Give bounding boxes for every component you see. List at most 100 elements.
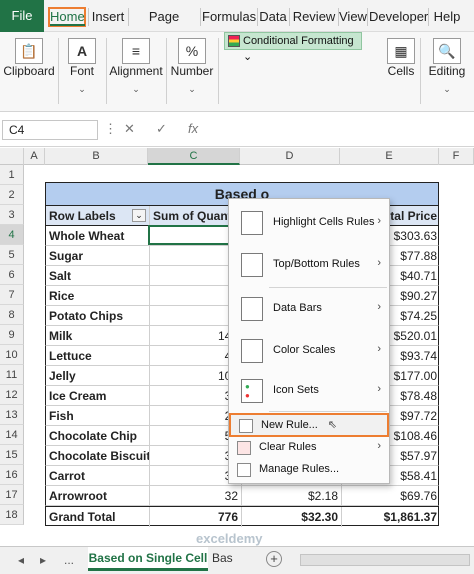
column-header-e[interactable]: E [340,148,439,165]
sheet-tab[interactable]: Bas [212,551,233,565]
row-header[interactable]: 10 [0,345,24,365]
highlight-cells-icon [241,211,263,235]
ribbon: 📋 Clipboard A Font ⌄ ≡ Alignment ⌄ % Num… [0,32,474,112]
row-header[interactable]: 1 [0,165,24,185]
cancel-icon[interactable]: ✕ [124,121,135,137]
row-header[interactable]: 17 [0,485,24,505]
tab-formulas[interactable]: Formulas [202,7,256,27]
column-header-c[interactable]: C [148,148,240,165]
grand-total-price: $32.30 [241,507,341,527]
worksheet-grid[interactable]: A B C D E F 1 2 3 4 5 6 7 8 9 10 11 12 1… [0,148,474,542]
row-label[interactable]: Rice [46,286,149,306]
row-header[interactable]: 11 [0,365,24,385]
menu-item-highlight-cells-rules[interactable]: Highlight Cells Rules › [229,203,389,243]
menu-item-top-bottom-rules[interactable]: Top/Bottom Rules › [229,245,389,285]
quantity-cell[interactable]: 32 [149,486,241,506]
row-header[interactable]: 8 [0,305,24,325]
row-label[interactable]: Carrot [46,466,149,486]
row-label[interactable]: Fish [46,406,149,426]
tab-prev-icon[interactable]: ◂ [18,553,24,567]
price-cell[interactable]: $2.18 [241,486,341,506]
grand-total-quantity: 776 [149,507,241,527]
menu-item-label: Icon Sets [273,384,319,396]
row-label[interactable]: Sugar [46,246,149,266]
grand-total-amount: $1,861.37 [341,507,440,527]
column-header-a[interactable]: A [24,148,45,165]
ribbon-separator [166,38,167,104]
tab-view[interactable]: View [339,7,367,27]
row-header[interactable]: 14 [0,425,24,445]
row-header[interactable]: 4 [0,225,24,245]
cells-label: Cells [387,64,415,78]
row-header[interactable]: 18 [0,505,24,525]
row-header[interactable]: 6 [0,265,24,285]
tab-developer[interactable]: Developer [369,7,428,27]
number-group[interactable]: % Number ⌄ [168,34,216,108]
row-label[interactable]: Lettuce [46,346,149,366]
tab-insert[interactable]: Insert [90,7,126,27]
horizontal-scrollbar[interactable] [300,554,470,566]
row-header[interactable]: 9 [0,325,24,345]
menu-item-clear-rules[interactable]: Clear Rules › [229,437,389,459]
row-label[interactable]: Whole Wheat [46,226,149,246]
chevron-down-icon: ⌄ [188,84,196,94]
enter-icon[interactable]: ✓ [156,121,167,137]
editing-label: Editing [428,64,466,78]
row-label[interactable]: Chocolate Biscuits [46,446,149,466]
editing-group[interactable]: 🔍 Editing ⌄ [422,34,472,108]
font-group[interactable]: A Font ⌄ [60,34,104,108]
row-header[interactable]: 13 [0,405,24,425]
tab-next-icon[interactable]: ▸ [40,553,46,567]
clipboard-label: Clipboard [3,64,55,78]
tab-more-button[interactable]: ... [64,553,74,567]
menu-item-color-scales[interactable]: Color Scales › [229,331,389,371]
cells-group[interactable]: ▦ Cells [384,34,418,108]
row-header[interactable]: 12 [0,385,24,405]
row-header[interactable]: 16 [0,465,24,485]
alignment-group[interactable]: ≡ Alignment ⌄ [108,34,164,108]
tab-page-layout[interactable]: Page Layout [130,7,198,44]
row-label[interactable]: Ice Cream [46,386,149,406]
menu-item-icon-sets[interactable]: Icon Sets › [229,371,389,411]
tab-file[interactable]: File [0,0,44,32]
add-sheet-button[interactable]: + [266,551,282,567]
menu-separator [428,8,429,26]
row-header[interactable]: 7 [0,285,24,305]
sheet-tab-active[interactable]: Based on Single Cell [88,547,208,571]
color-scales-icon [241,339,263,363]
tab-home[interactable]: Home [48,7,86,27]
tab-data[interactable]: Data [259,7,287,27]
select-all-corner[interactable] [0,148,24,165]
filter-dropdown-icon[interactable]: ⌄ [132,209,146,222]
menu-separator [88,8,89,26]
column-header-f[interactable]: F [439,148,474,165]
menu-item-new-rule[interactable]: New Rule... ⇖ [229,413,389,437]
row-label[interactable]: Salt [46,266,149,286]
row-label[interactable]: Chocolate Chip [46,426,149,446]
clipboard-group[interactable]: 📋 Clipboard [0,34,58,108]
tab-help[interactable]: Help [430,7,464,27]
menu-item-label: Data Bars [273,302,322,314]
row-header[interactable]: 5 [0,245,24,265]
row-header[interactable]: 15 [0,445,24,465]
name-box[interactable]: C4 [2,120,98,140]
row-label[interactable]: Jelly [46,366,149,386]
menu-item-data-bars[interactable]: Data Bars › [229,289,389,329]
row-header[interactable]: 3 [0,205,24,225]
row-label[interactable]: Potato Chips [46,306,149,326]
column-header-b[interactable]: B [45,148,148,165]
column-header-d[interactable]: D [240,148,340,165]
insert-function-button[interactable]: fx [188,121,198,136]
row-label[interactable]: Milk [46,326,149,346]
row-label[interactable]: Arrowroot [46,486,149,506]
top-bottom-icon [241,253,263,277]
watermark-logo: exceldemy [196,531,263,546]
menu-item-label: Clear Rules [259,441,317,453]
row-header[interactable]: 2 [0,185,24,205]
chevron-down-icon: ⌄ [78,84,86,94]
menu-item-manage-rules[interactable]: Manage Rules... [229,459,389,481]
percent-icon: % [178,38,206,64]
total-price-cell[interactable]: $69.76 [341,486,440,506]
tab-review[interactable]: Review [291,7,337,27]
conditional-formatting-button[interactable]: Conditional Formatting ⌄ [224,32,362,63]
